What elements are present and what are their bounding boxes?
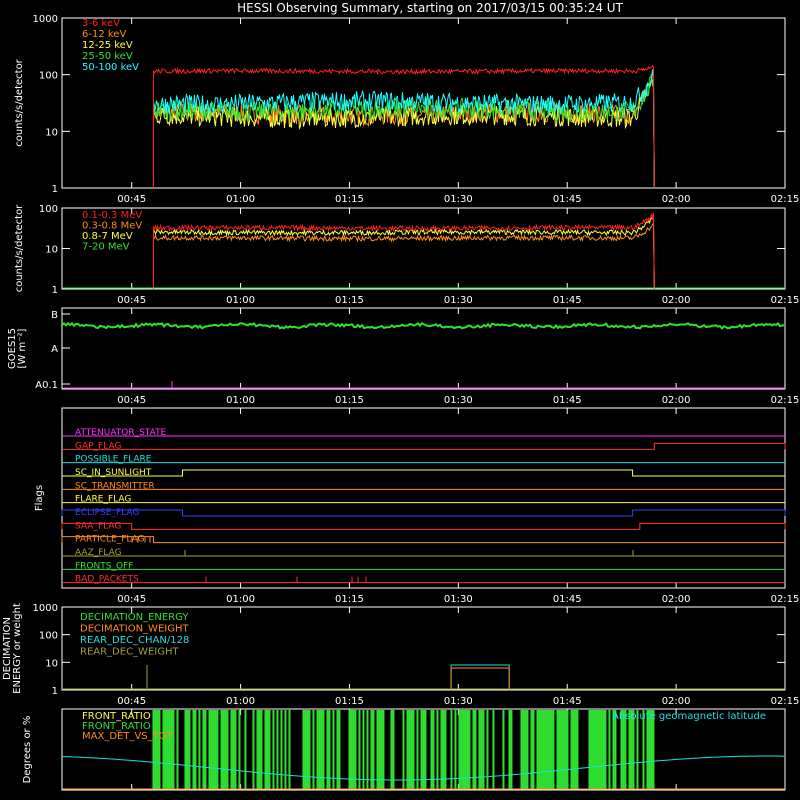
time-tick-label: 01:45 [553,594,582,605]
time-tick-label: 02:00 [662,696,691,707]
series-line [152,78,655,189]
time-tick-label: 00:45 [117,594,146,605]
flag-trace [61,536,785,544]
y-axis-label: counts/s/detector [14,58,25,146]
legend-entry: REAR_DEC_CHAN/128 [80,635,189,646]
legend-entry: 0.1-0.3 MeV [82,210,142,221]
legend-entry: Absolute geomagnetic latitude [612,711,766,722]
time-tick-label: 01:00 [226,295,255,306]
time-tick-label: 01:00 [226,594,255,605]
time-tick-label: 02:00 [662,194,691,205]
time-tick-label: 00:45 [117,295,146,306]
time-tick-label: 02:15 [771,696,800,707]
y-tick-label: 100 [39,631,58,642]
y-axis-label: Degrees or % [22,716,33,784]
time-tick-label: 01:15 [335,696,364,707]
y-tick-label: 100 [39,71,58,82]
legend-entry: 0.8-7 MeV [82,231,133,242]
y-axis-label: Flags [34,485,45,511]
y-axis-label-2: [W m⁻²] [17,328,28,368]
y-tick-label: A0.1 [35,380,58,391]
plot-layer: 00:45 01:00 01:15 01:30 01:45 02:00 02:1511010… [2,14,800,791]
y-tick-label: 10 [45,245,58,256]
y-tick-label: A [51,344,58,355]
time-tick-label: 00:45 [117,395,146,406]
legend-entry: REAR_DEC_WEIGHT [80,647,179,658]
time-tick-label: 02:00 [662,594,691,605]
y-tick-label: 10 [45,127,58,138]
legend-entry: 50-100 keV [82,62,139,73]
flag-trace [61,522,786,530]
y-tick-label: 100 [39,204,58,215]
series-line [152,69,655,189]
time-tick-label: 01:30 [444,194,473,205]
legend-entry: 0.3-0.8 MeV [82,221,142,232]
legend-entry: MAX_DET_VS_TOT [82,731,174,742]
time-tick-label: 02:15 [771,295,800,306]
figure-title: HESSI Observing Summary, starting on 201… [237,1,623,15]
flag-trace [61,509,786,517]
time-tick-label: 01:00 [226,194,255,205]
series-line [152,76,655,189]
y-axis-label-2: ENERGY or weight [12,603,23,694]
legend-entry: 3-6 keV [82,18,120,29]
legend-entry: 6-12 keV [82,29,126,40]
panel-frame-2 [61,307,786,390]
legend-entry: 12-25 keV [82,40,133,51]
time-tick-label: 02:00 [662,395,691,406]
time-tick-label: 02:15 [771,594,800,605]
time-tick-label: 01:30 [444,696,473,707]
time-tick-label: 00:45 [117,194,146,205]
time-tick-label: 01:45 [553,295,582,306]
panel-frame-3 [61,407,786,589]
time-tick-label: 01:15 [335,594,364,605]
time-tick-label: 02:00 [662,295,691,306]
flag-trace [62,442,786,450]
legend-entry: 25-50 keV [82,51,133,62]
y-tick-label: 1 [52,686,58,697]
panel-frame-1 [61,207,786,290]
time-tick-label: 01:15 [335,295,364,306]
y-tick-label: 1000 [33,14,58,25]
time-tick-label: 02:15 [771,395,800,406]
legend-entry: DECIMATION_WEIGHT [80,624,189,635]
series-line [450,664,510,690]
y-tick-label: 1000 [33,603,58,614]
time-tick-label: 01:15 [335,194,364,205]
time-tick-label: 01:00 [226,395,255,406]
y-tick-label: B [51,310,58,321]
time-tick-label: 01:45 [553,194,582,205]
legend-entry: DECIMATION_ENERGY [80,612,189,623]
series-line [152,64,655,189]
time-tick-label: 01:30 [444,594,473,605]
y-tick-label: 1 [52,285,58,296]
series-line [152,74,655,189]
series-line [450,667,510,690]
time-tick-label: 01:15 [335,395,364,406]
time-tick-label: 01:45 [553,696,582,707]
y-axis-label: counts/s/detector [14,204,25,292]
time-tick-label: 01:30 [444,295,473,306]
time-tick-label: 01:45 [553,395,582,406]
flag-trace [62,469,785,477]
y-tick-label: 1 [52,184,58,195]
y-tick-label: 10 [45,658,58,669]
legend-entry: 7-20 MeV [82,242,130,253]
time-tick-label: 02:15 [771,194,800,205]
hessi-summary-figure: HESSI Observing Summary, starting on 201… [2,1,800,791]
series-line [152,212,655,290]
time-tick-label: 00:45 [117,696,146,707]
time-tick-label: 01:00 [226,696,255,707]
time-tick-label: 01:30 [444,395,473,406]
series-line [61,321,784,330]
